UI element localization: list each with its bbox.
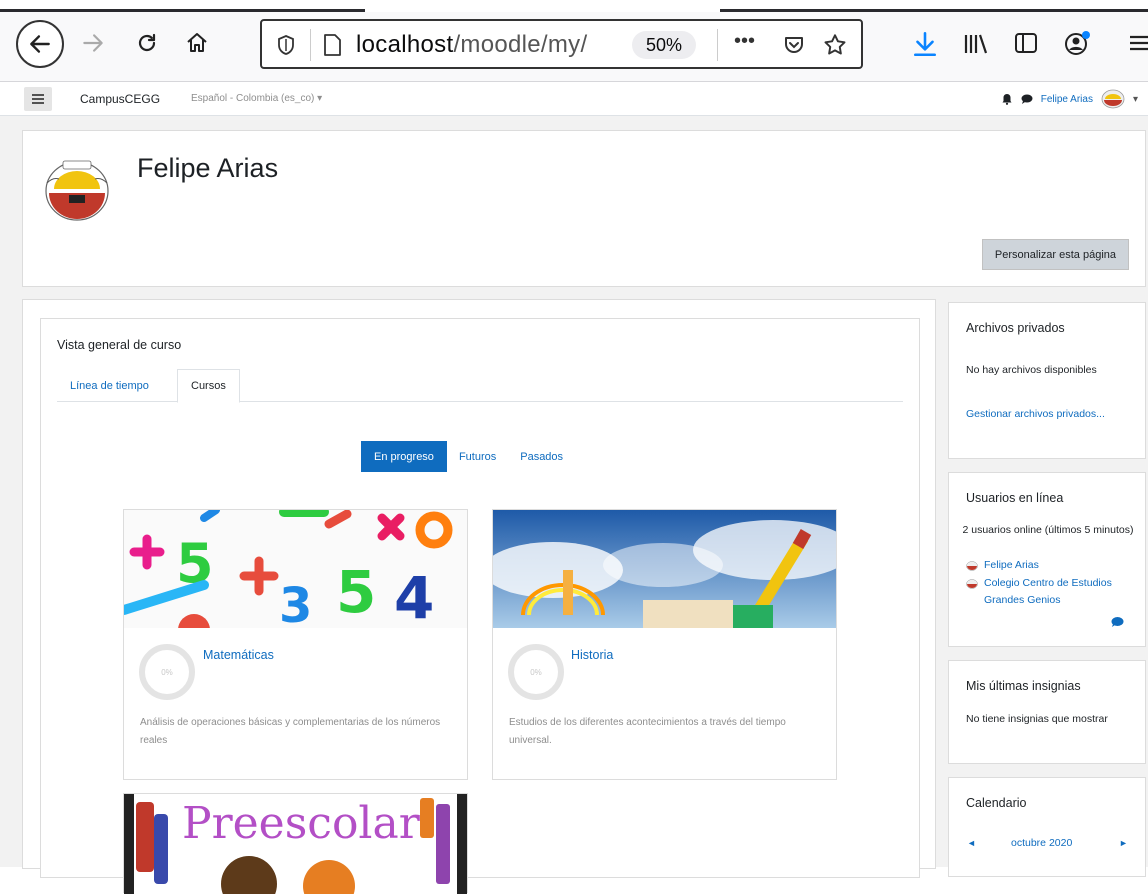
private-files-title: Archivos privados xyxy=(966,321,1065,335)
bookmark-star-icon[interactable] xyxy=(822,32,848,58)
library-icon[interactable] xyxy=(962,32,990,56)
customize-page-button[interactable]: Personalizar esta página xyxy=(981,239,1129,270)
page-header: Felipe Arias Personalizar esta página xyxy=(22,130,1146,287)
course-card-matematicas[interactable]: 5 3 5 4 0% Matemáticas Análisis de opera… xyxy=(123,509,468,780)
back-button[interactable] xyxy=(16,20,64,68)
sidebar-toggle-icon[interactable] xyxy=(1013,31,1039,55)
tab-strip xyxy=(0,0,1148,12)
arrow-left-icon xyxy=(30,35,50,53)
calendar-title: Calendario xyxy=(966,796,1027,810)
course-progress-text: 0% xyxy=(530,667,542,677)
calendar-prev-button[interactable]: ◄ xyxy=(967,835,976,852)
arrow-right-icon xyxy=(83,34,103,52)
main-region: Vista general de curso Línea de tiempo C… xyxy=(22,299,936,894)
badges-empty: No tiene insignias que mostrar xyxy=(966,713,1108,725)
browser-toolbar: localhost/moodle/my/ 50% ••• xyxy=(0,0,1148,82)
badges-title: Mis últimas insignias xyxy=(966,679,1081,693)
badges-block: Mis últimas insignias No tiene insignias… xyxy=(948,660,1146,764)
reload-button[interactable] xyxy=(132,28,162,58)
school-logo xyxy=(41,153,113,225)
account-icon[interactable] xyxy=(1062,28,1092,58)
svg-text:5: 5 xyxy=(336,558,376,626)
drawer-toggle-button[interactable] xyxy=(24,87,52,111)
download-icon[interactable] xyxy=(912,30,938,58)
page-body: Felipe Arias Personalizar esta página Vi… xyxy=(0,116,1148,894)
course-filter-group: En progreso Futuros Pasados xyxy=(361,441,575,472)
user-menu-caret[interactable]: ▾ xyxy=(1133,94,1138,105)
zoom-indicator[interactable]: 50% xyxy=(632,31,696,59)
overview-tabs: Línea de tiempo Cursos xyxy=(57,369,903,403)
online-user-name[interactable]: Colegio Centro de Estudios Grandes Genio… xyxy=(984,575,1134,609)
online-user-name[interactable]: Felipe Arias xyxy=(984,557,1039,574)
calendar-block: Calendario ◄ octubre 2020 ► xyxy=(948,777,1146,877)
course-description: Estudios de los diferentes acontecimient… xyxy=(509,717,786,746)
pocket-icon[interactable] xyxy=(782,33,806,57)
calendar-month-link[interactable]: octubre 2020 xyxy=(1011,835,1072,852)
svg-text:4: 4 xyxy=(394,564,434,628)
language-menu[interactable]: Español - Colombia (es_co) ▾ xyxy=(191,93,322,104)
page-icon[interactable] xyxy=(322,33,342,57)
filter-future-button[interactable]: Futuros xyxy=(447,441,508,472)
online-users-title: Usuarios en línea xyxy=(966,491,1064,505)
url-text[interactable]: localhost/moodle/my/ xyxy=(356,31,587,59)
svg-text:3: 3 xyxy=(279,578,312,628)
user-menu-name[interactable]: Felipe Arias xyxy=(1041,94,1093,105)
message-icon[interactable] xyxy=(1021,93,1033,105)
reload-icon xyxy=(138,33,156,52)
course-image-preescolar[interactable]: Preescolar xyxy=(124,794,467,894)
course-card-historia[interactable]: 0% Historia Estudios de los diferentes a… xyxy=(492,509,837,780)
home-icon xyxy=(187,33,207,52)
forward-button[interactable] xyxy=(78,28,108,58)
online-users-block: Usuarios en línea 2 usuarios online (últ… xyxy=(948,472,1146,647)
bell-icon[interactable] xyxy=(1001,93,1013,105)
course-name-link[interactable]: Historia xyxy=(571,648,613,662)
filter-past-button[interactable]: Pasados xyxy=(508,441,575,472)
preescolar-image-title: Preescolar xyxy=(182,798,421,849)
private-files-empty: No hay archivos disponibles xyxy=(966,364,1097,376)
course-description: Análisis de operaciones básicas y comple… xyxy=(140,717,441,746)
user-avatar-icon xyxy=(966,579,978,589)
calendar-next-button[interactable]: ► xyxy=(1119,835,1128,852)
manage-private-files-link[interactable]: Gestionar archivos privados... xyxy=(966,406,1116,423)
course-progress-ring: 0% xyxy=(508,644,564,700)
hamburger-menu-icon[interactable] xyxy=(1128,33,1148,53)
private-files-block: Archivos privados No hay archivos dispon… xyxy=(948,302,1146,459)
shield-icon[interactable] xyxy=(276,34,296,56)
course-name-link[interactable]: Matemáticas xyxy=(203,648,274,662)
course-progress-text: 0% xyxy=(161,667,173,677)
tab-timeline[interactable]: Línea de tiempo xyxy=(57,369,162,402)
course-overview-block: Vista general de curso Línea de tiempo C… xyxy=(40,318,920,894)
site-brand[interactable]: CampusCEGG xyxy=(80,92,160,106)
url-path: /moodle/my/ xyxy=(453,31,588,58)
course-image-matematicas[interactable]: 5 3 5 4 xyxy=(124,510,467,628)
page-title: Felipe Arias xyxy=(137,153,279,183)
user-avatar-icon xyxy=(966,561,978,571)
course-overview-title: Vista general de curso xyxy=(57,338,182,352)
tab-courses[interactable]: Cursos xyxy=(177,369,240,403)
filter-in-progress-button[interactable]: En progreso xyxy=(361,441,447,472)
menu-icon xyxy=(32,94,44,104)
url-host: localhost xyxy=(356,31,454,58)
course-image-historia[interactable] xyxy=(493,510,836,628)
online-users-summary: 2 usuarios online (últimos 5 minutos) xyxy=(962,524,1134,536)
site-navbar: CampusCEGG Español - Colombia (es_co) ▾ … xyxy=(0,82,1148,116)
navbar-user-area: Felipe Arias ▾ xyxy=(1001,89,1138,109)
page-actions-button[interactable]: ••• xyxy=(734,30,755,53)
url-bar[interactable]: localhost/moodle/my/ 50% ••• xyxy=(260,19,863,69)
course-card-preescolar[interactable]: Preescolar xyxy=(123,793,468,894)
message-icon[interactable] xyxy=(1111,616,1124,628)
course-progress-ring: 0% xyxy=(139,644,195,700)
user-avatar[interactable] xyxy=(1101,89,1125,109)
home-button[interactable] xyxy=(182,28,212,58)
